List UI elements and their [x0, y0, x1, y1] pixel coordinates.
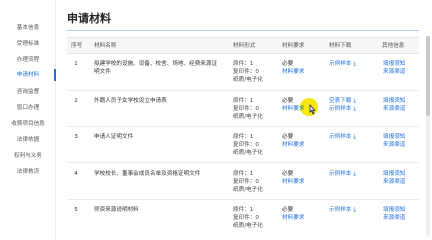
page-title: 申请材料 [67, 12, 111, 25]
download-label: 示例样本 [329, 61, 352, 67]
sidebar-item-window[interactable]: 窗口办理 [0, 102, 56, 114]
row-original-count: 原件：1 [233, 98, 254, 104]
row-seq: 5 [74, 207, 78, 213]
sample-download-link[interactable]: 示例样本 ⤓ [329, 105, 356, 113]
row-original-count: 原件：1 [233, 61, 254, 67]
row-copy-count: 复印件：0 [233, 106, 259, 112]
row-divider [67, 90, 419, 91]
row-copy-count: 复印件：0 [233, 215, 259, 221]
source-channel-link[interactable]: 来源渠道 [383, 105, 405, 113]
table-header: 序号 材料名称 材料形式 材料要求 材料下载 其他信息 [67, 37, 419, 54]
sidebar-item-consultation[interactable]: 咨询监督 [0, 86, 56, 98]
row-seq: 2 [74, 98, 78, 104]
row-material-name: 师资来源说明材料 [94, 207, 139, 213]
download-label: 示例样本 [329, 207, 352, 213]
sidebar-item-legal-remedy[interactable]: 法律救济 [0, 166, 56, 178]
fill-notes-link[interactable]: 填报须知 [383, 97, 405, 105]
download-label: 示例样本 [329, 171, 352, 177]
row-copy-count: 复印件：0 [233, 142, 259, 148]
source-channel-link[interactable]: 来源渠道 [383, 141, 405, 149]
row-original-count: 原件：1 [233, 134, 254, 140]
header-form: 材料形式 [233, 43, 256, 49]
source-channel-link[interactable]: 来源渠道 [383, 178, 405, 186]
row-material-name: 学校校长、董事会成员名单及资格证明文件 [94, 171, 201, 177]
download-label: 示例样本 [329, 106, 352, 112]
sample-download-link[interactable]: 示例样本 ⤓ [329, 170, 356, 178]
download-label: 示例样本 [329, 134, 352, 140]
source-channel-link[interactable]: 来源渠道 [383, 214, 405, 222]
download-icon: ⤓ [353, 170, 357, 177]
row-material-name: 申请人证明文件 [94, 134, 134, 140]
material-requirement-link[interactable]: 材料要求 [282, 68, 304, 76]
row-paper-form: 纸质/电子化 [233, 114, 263, 120]
row-required: 必要 [282, 61, 294, 67]
sidebar-item-rights[interactable]: 权利与义务 [0, 150, 56, 162]
sample-download-link[interactable]: 示例样本 ⤓ [329, 133, 356, 141]
row-required: 必要 [282, 207, 294, 213]
material-requirement-link[interactable]: 材料要求 [282, 178, 304, 186]
sidebar-item-fees[interactable]: 收费项目信息 [0, 118, 56, 130]
download-icon: ⤓ [353, 206, 357, 213]
row-seq: 4 [74, 171, 78, 177]
sidebar-item-acceptance-standard[interactable]: 受理标准 [0, 38, 56, 50]
header-other: 其他信息 [382, 43, 405, 49]
row-required: 必要 [282, 171, 294, 177]
sidebar-item-basic-info[interactable]: 基本信息 [0, 22, 56, 34]
header-download: 材料下载 [329, 43, 352, 49]
fill-notes-link[interactable]: 填报须知 [383, 170, 405, 178]
row-paper-form: 纸质/电子化 [233, 187, 263, 193]
row-divider [67, 126, 419, 127]
download-label: 空表下载 [329, 98, 352, 104]
title-divider [67, 30, 419, 31]
fill-notes-link[interactable]: 填报须知 [383, 133, 405, 141]
row-paper-form: 纸质/电子化 [233, 223, 263, 229]
sidebar-item-process[interactable]: 办理流程 [0, 54, 56, 66]
blank-form-download-link[interactable]: 空表下载 ⤓ [329, 97, 356, 105]
row-copy-count: 复印件：0 [233, 179, 259, 185]
row-original-count: 原件：1 [233, 171, 254, 177]
fill-notes-link[interactable]: 填报须知 [383, 206, 405, 214]
row-required: 必要 [282, 98, 294, 104]
download-icon: ⤓ [353, 133, 357, 140]
download-icon: ⤓ [353, 60, 357, 67]
sidebar-item-materials[interactable]: 申请材料 [0, 69, 56, 81]
scrollbar-thumb[interactable] [426, 36, 430, 116]
sidebar-active-indicator [54, 69, 56, 81]
header-required: 材料要求 [282, 43, 305, 49]
row-paper-form: 纸质/电子化 [233, 77, 263, 83]
material-requirement-link[interactable]: 材料要求 [282, 105, 304, 113]
source-channel-link[interactable]: 来源渠道 [383, 68, 405, 76]
download-icon: ⤓ [353, 105, 357, 112]
mouse-pointer-icon [309, 104, 316, 115]
sample-download-link[interactable]: 示例样本 ⤓ [329, 60, 356, 68]
row-material-name: 拟建学校的设施、设备、校舍、场地、经费来源证明文件 [94, 61, 218, 75]
row-original-count: 原件：1 [233, 207, 254, 213]
row-divider [67, 162, 419, 163]
header-name: 材料名称 [94, 43, 117, 49]
material-requirement-link[interactable]: 材料要求 [282, 214, 304, 222]
fill-notes-link[interactable]: 填报须知 [383, 60, 405, 68]
sample-download-link[interactable]: 示例样本 ⤓ [329, 206, 356, 214]
sidebar-item-legal-basis[interactable]: 法律依据 [0, 134, 56, 146]
row-copy-count: 复印件：0 [233, 69, 259, 75]
row-material-name: 外籍人员子女学校设立申请表 [94, 98, 167, 104]
sidebar-nav: 基本信息 受理标准 办理流程 申请材料 咨询监督 窗口办理 收费项目信息 法律依… [0, 0, 56, 240]
row-paper-form: 纸质/电子化 [233, 150, 263, 156]
row-seq: 3 [74, 134, 78, 140]
row-seq: 1 [74, 61, 78, 67]
material-requirement-link[interactable]: 材料要求 [282, 141, 304, 149]
row-required: 必要 [282, 134, 294, 140]
download-icon: ⤓ [353, 97, 357, 104]
row-divider [67, 199, 419, 200]
header-seq: 序号 [71, 43, 83, 49]
